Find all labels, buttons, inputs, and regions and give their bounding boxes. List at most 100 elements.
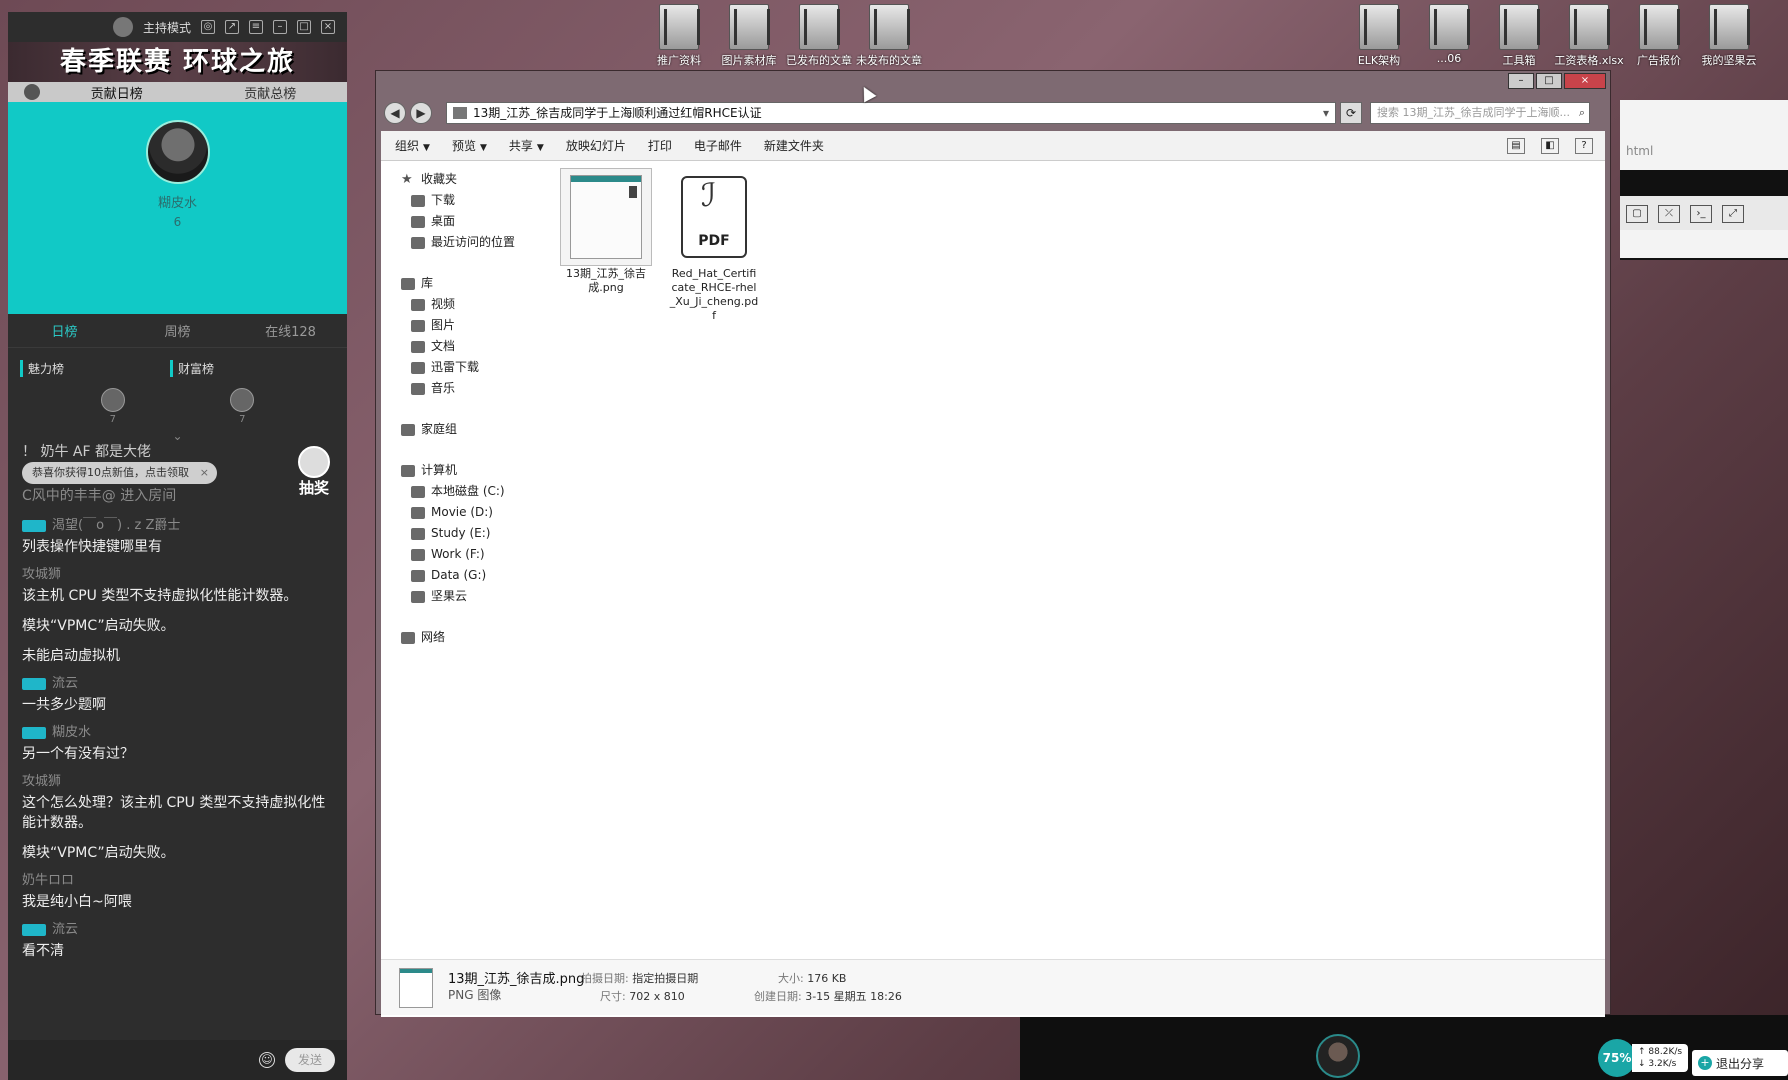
- organize-button[interactable]: 组织 ▼: [395, 137, 430, 154]
- period-tabs: 日榜 周榜 在线128: [8, 314, 347, 348]
- chevron-down-icon[interactable]: ⌄: [8, 430, 347, 442]
- minimize-icon[interactable]: –: [273, 20, 287, 34]
- chat-username[interactable]: 攻城狮: [22, 565, 333, 585]
- terminal-icon[interactable]: ›_: [1690, 205, 1712, 223]
- desktop-icon[interactable]: 已发布的文章: [780, 4, 858, 68]
- share-icon[interactable]: ↗: [225, 20, 239, 34]
- view-options-icon[interactable]: ▤: [1507, 137, 1525, 154]
- unlink-icon[interactable]: ⤫: [1658, 205, 1680, 223]
- tab-weekly[interactable]: 周榜: [121, 321, 234, 340]
- nav-videos[interactable]: 视频: [381, 294, 551, 315]
- maximize-button[interactable]: □: [1536, 73, 1562, 89]
- desktop-icon[interactable]: 我的坚果云: [1690, 4, 1768, 68]
- chat-username[interactable]: 流云: [22, 920, 333, 940]
- folder-icon: [799, 4, 840, 50]
- send-button[interactable]: 发送: [285, 1048, 335, 1072]
- nav-drive-g[interactable]: Data (G:): [381, 565, 551, 586]
- nav-thunder[interactable]: 迅雷下载: [381, 357, 551, 378]
- email-button[interactable]: 电子邮件: [694, 137, 742, 154]
- nav-recent[interactable]: 最近访问的位置: [381, 232, 551, 253]
- desktop-icon[interactable]: ELK架构: [1340, 4, 1418, 68]
- nav-homegroup[interactable]: 家庭组: [381, 419, 551, 440]
- file-item-pdf[interactable]: ℐ PDF Red_Hat_Certificate_RHCE-rhel_Xu_J…: [669, 169, 759, 323]
- details-thumbnail: [399, 968, 433, 1008]
- chat-username[interactable]: 攻城狮: [22, 772, 333, 792]
- window-controls: – □ ×: [1508, 73, 1606, 89]
- desktop-icon[interactable]: 广告报价: [1620, 4, 1698, 68]
- print-button[interactable]: 打印: [648, 137, 672, 154]
- slideshow-button[interactable]: 放映幻灯片: [566, 137, 626, 154]
- tab-daily-contrib[interactable]: 贡献日榜: [40, 83, 194, 102]
- refresh-button[interactable]: ⟳: [1340, 102, 1362, 124]
- nav-network[interactable]: 网络: [381, 627, 551, 648]
- close-icon[interactable]: ×: [321, 20, 335, 34]
- desktop-icon[interactable]: 推广资料: [640, 4, 718, 68]
- folder-icon: [729, 4, 770, 50]
- reward-notification[interactable]: 恭喜你获得10点新值，点击领取 ×: [22, 462, 217, 484]
- preview-button[interactable]: 预览 ▼: [452, 137, 487, 154]
- desktop-icon[interactable]: 图片素材库: [710, 4, 788, 68]
- plus-icon: +: [1698, 1056, 1712, 1070]
- file-item-png[interactable]: 13期_江苏_徐吉成.png: [560, 168, 652, 323]
- speaker-avatar[interactable]: [1316, 1034, 1360, 1078]
- host-avatar[interactable]: [112, 17, 133, 37]
- nav-nutstore[interactable]: 坚果云: [381, 586, 551, 607]
- details-filetype: PNG 图像: [448, 988, 502, 1002]
- expand-icon[interactable]: ⤢: [1722, 205, 1744, 223]
- maximize-icon[interactable]: □: [297, 20, 311, 34]
- settings-icon[interactable]: ◎: [201, 20, 215, 34]
- host-mode-label[interactable]: 主持模式: [143, 19, 191, 36]
- lottery-button[interactable]: 抽奖: [293, 446, 335, 497]
- help-icon[interactable]: ?: [1575, 137, 1593, 154]
- chat-username[interactable]: 糊皮水: [22, 723, 333, 743]
- drive-icon: [411, 506, 425, 519]
- address-bar[interactable]: 13期_江苏_徐吉成同学于上海顺利通过红帽RHCE认证 ▾: [446, 102, 1336, 124]
- contributor-avatar[interactable]: [145, 120, 210, 184]
- nav-computer[interactable]: 计算机: [381, 460, 551, 481]
- desktop-icon[interactable]: 工资表格.xlsx: [1550, 4, 1628, 68]
- event-banner[interactable]: 春季联赛 环球之旅: [8, 42, 347, 82]
- nav-drive-e[interactable]: Study (E:): [381, 523, 551, 544]
- restore-icon[interactable]: ▢: [1626, 205, 1648, 223]
- contributor-count: 6: [173, 215, 182, 229]
- minimize-button[interactable]: –: [1508, 73, 1534, 89]
- chat-username[interactable]: 渴望(￣o￣) . z Z爵士: [22, 516, 333, 536]
- nav-drive-d[interactable]: Movie (D:): [381, 502, 551, 523]
- nav-drive-f[interactable]: Work (F:): [381, 544, 551, 565]
- nav-music[interactable]: 音乐: [381, 378, 551, 399]
- search-input[interactable]: 搜索 13期_江苏_徐吉成同学于上海顺... ⌕: [1370, 102, 1590, 124]
- close-button[interactable]: ×: [1564, 73, 1606, 89]
- wealth-rank[interactable]: 财富榜: [170, 359, 320, 377]
- chat-username[interactable]: 流云: [22, 674, 333, 694]
- close-icon[interactable]: ×: [200, 462, 209, 484]
- share-button[interactable]: 共享 ▼: [509, 137, 544, 154]
- nav-downloads[interactable]: 下载: [381, 190, 551, 211]
- back-button[interactable]: ◀: [384, 102, 406, 124]
- nav-desktop[interactable]: 桌面: [381, 211, 551, 232]
- nav-documents[interactable]: 文档: [381, 336, 551, 357]
- preview-pane-icon[interactable]: ◧: [1541, 137, 1559, 154]
- desktop-icon[interactable]: 未发布的文章: [850, 4, 928, 68]
- chat-text: 另一个有没有过？: [22, 746, 134, 762]
- desktop-icon[interactable]: ...06: [1410, 4, 1488, 65]
- forward-button[interactable]: ▶: [410, 102, 432, 124]
- chevron-down-icon[interactable]: ▾: [1317, 103, 1335, 123]
- new-folder-button[interactable]: 新建文件夹: [764, 137, 824, 154]
- charm-rank[interactable]: 魅力榜: [20, 359, 170, 377]
- tab-daily[interactable]: 日榜: [8, 321, 121, 340]
- charm-rank-user[interactable]: 7: [100, 387, 125, 425]
- nav-favorites[interactable]: ★ 收藏夹: [381, 169, 551, 190]
- nav-pictures[interactable]: 图片: [381, 315, 551, 336]
- tab-online[interactable]: 在线128: [234, 321, 347, 340]
- tab-total-contrib[interactable]: 贡献总榜: [194, 83, 348, 102]
- nav-drive-c[interactable]: 本地磁盘 (C:): [381, 481, 551, 502]
- desktop-icon[interactable]: 工具箱: [1480, 4, 1558, 68]
- folder-icon: [659, 4, 700, 50]
- nav-library[interactable]: 库: [381, 273, 551, 294]
- emoji-icon[interactable]: ☺: [259, 1052, 275, 1068]
- chat-username[interactable]: 奶牛ロロ: [22, 871, 333, 891]
- menu-icon[interactable]: ≡: [249, 20, 263, 34]
- exit-share-button[interactable]: + 退出分享: [1692, 1050, 1788, 1076]
- back-icon[interactable]: [24, 84, 40, 100]
- wealth-rank-user[interactable]: 7: [230, 387, 255, 425]
